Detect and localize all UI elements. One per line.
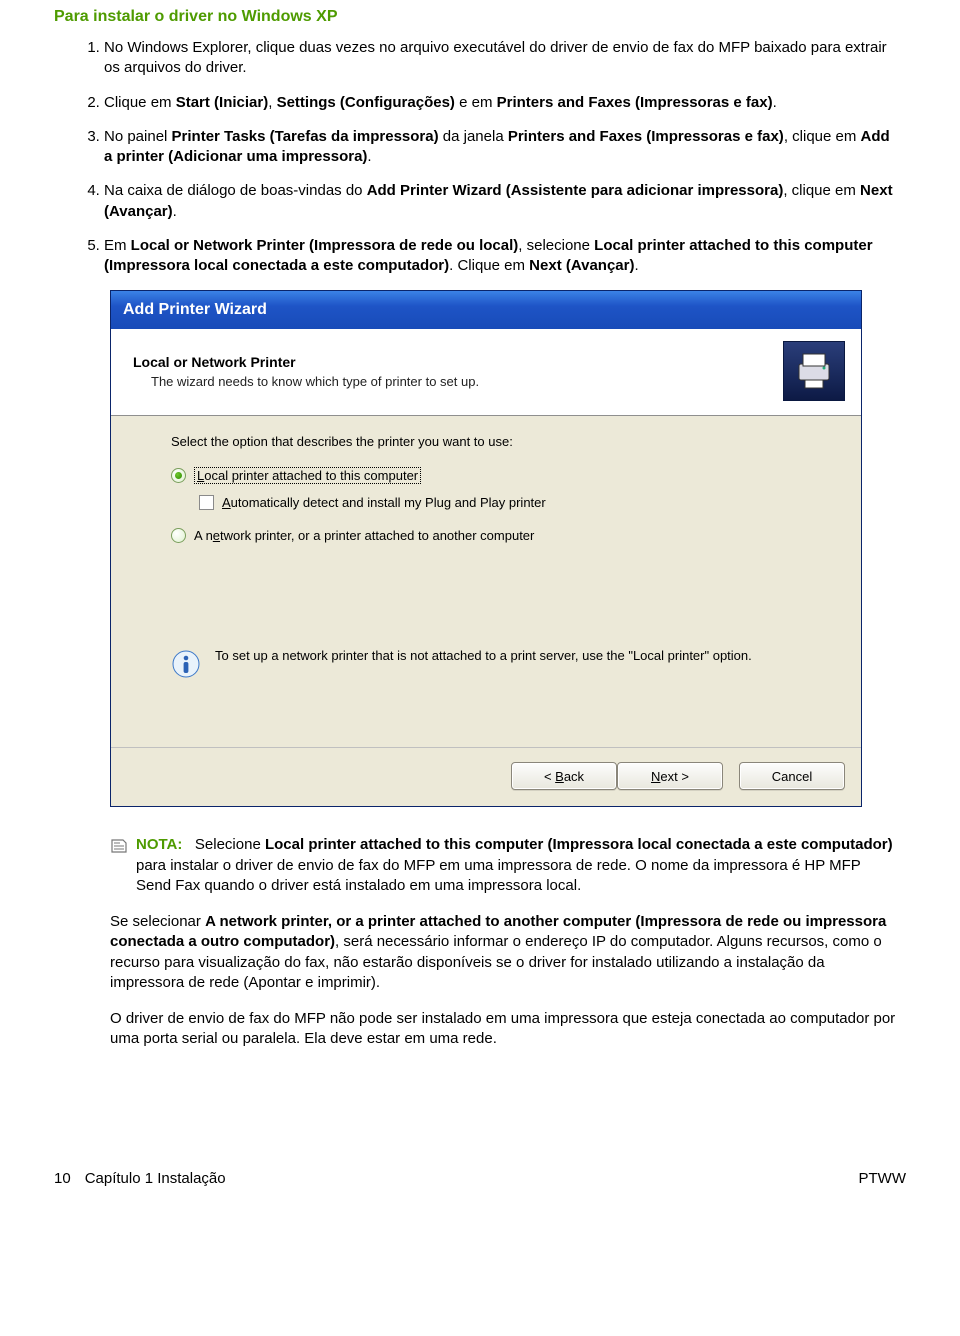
- t: Selecione: [195, 836, 265, 853]
- t: Se selecionar: [110, 913, 205, 930]
- t: da janela: [439, 128, 508, 145]
- note-label: NOTA:: [136, 836, 182, 853]
- u: B: [555, 769, 564, 784]
- t: Start (Iniciar): [176, 94, 269, 111]
- wizard-header-title: Local or Network Printer: [133, 354, 783, 370]
- t: Printers and Faxes (Impressoras e fax): [508, 128, 784, 145]
- t: e em: [455, 94, 497, 111]
- radio-icon: [171, 528, 186, 543]
- page-number: 10: [54, 1170, 71, 1187]
- t: Add Printer Wizard (Assistente para adic…: [367, 182, 784, 199]
- t: ocal printer attached to this computer: [204, 468, 418, 483]
- wizard-title: Add Printer Wizard: [123, 301, 267, 319]
- radio-network-label: A network printer, or a printer attached…: [194, 528, 534, 543]
- t: Na caixa de diálogo de boas-vindas do: [104, 182, 367, 199]
- step-list: No Windows Explorer, clique duas vezes n…: [54, 38, 906, 276]
- checkbox-icon: [199, 495, 214, 510]
- cancel-button[interactable]: Cancel: [739, 762, 845, 790]
- next-button[interactable]: Next >: [617, 762, 723, 790]
- u: N: [651, 769, 660, 784]
- checkbox-auto-detect[interactable]: Automatically detect and install my Plug…: [199, 491, 813, 513]
- add-printer-wizard-window: Add Printer Wizard Local or Network Prin…: [110, 290, 862, 807]
- note-icon: [110, 837, 128, 860]
- wizard-header: Local or Network Printer The wizard need…: [111, 329, 861, 416]
- t: Settings (Configurações): [277, 94, 455, 111]
- wizard-titlebar[interactable]: Add Printer Wizard: [111, 291, 861, 329]
- t: Cancel: [772, 769, 812, 784]
- t: ext >: [660, 769, 689, 784]
- radio-local-printer[interactable]: Local printer attached to this computer: [171, 463, 813, 487]
- note-p2: Se selecionar A network printer, or a pr…: [110, 912, 896, 993]
- t: <: [544, 769, 552, 784]
- wizard-prompt: Select the option that describes the pri…: [171, 434, 813, 449]
- section-heading: Para instalar o driver no Windows XP: [54, 8, 906, 26]
- t: , selecione: [518, 237, 594, 254]
- t: .: [635, 257, 639, 274]
- info-icon: [171, 649, 201, 679]
- step-3: No painel Printer Tasks (Tarefas da impr…: [104, 127, 906, 168]
- t: ack: [564, 769, 584, 784]
- t: . Clique em: [449, 257, 529, 274]
- t: Local printer attached to this computer …: [265, 836, 893, 853]
- chapter-label: Capítulo 1 Instalação: [85, 1170, 226, 1187]
- step-5: Em Local or Network Printer (Impressora …: [104, 236, 906, 277]
- t: .: [367, 148, 371, 165]
- t: Local or Network Printer (Impressora de …: [131, 237, 519, 254]
- wizard-header-subtitle: The wizard needs to know which type of p…: [133, 374, 783, 389]
- note-p3: O driver de envio de fax do MFP não pode…: [110, 1009, 896, 1050]
- u: A: [222, 495, 231, 510]
- t: , clique em: [783, 182, 860, 199]
- wizard-info-text: To set up a network printer that is not …: [215, 647, 752, 665]
- t: ,: [268, 94, 276, 111]
- radio-local-label: Local printer attached to this computer: [194, 467, 421, 484]
- lang-code: PTWW: [859, 1170, 906, 1187]
- printer-icon: [783, 341, 845, 401]
- note-p1: NOTA: Selecione Local printer attached t…: [136, 835, 896, 896]
- step-2: Clique em Start (Iniciar), Settings (Con…: [104, 93, 906, 113]
- step-4: Na caixa de diálogo de boas-vindas do Ad…: [104, 181, 906, 222]
- t: twork printer, or a printer attached to …: [220, 528, 534, 543]
- wizard-body: Select the option that describes the pri…: [111, 416, 861, 747]
- t: No painel: [104, 128, 172, 145]
- wizard-info-row: To set up a network printer that is not …: [171, 647, 813, 679]
- radio-icon: [171, 468, 186, 483]
- u: e: [213, 528, 220, 543]
- t: .: [773, 94, 777, 111]
- t: Next (Avançar): [529, 257, 634, 274]
- back-button[interactable]: < Back: [511, 762, 617, 790]
- t: , clique em: [784, 128, 861, 145]
- t: Clique em: [104, 94, 176, 111]
- t: Printer Tasks (Tarefas da impressora): [172, 128, 439, 145]
- step-1: No Windows Explorer, clique duas vezes n…: [104, 38, 906, 79]
- t: Em: [104, 237, 131, 254]
- t: para instalar o driver de envio de fax d…: [136, 857, 861, 894]
- page-footer: 10 Capítulo 1 Instalação PTWW: [0, 1170, 960, 1207]
- t: A n: [194, 528, 213, 543]
- t: utomatically detect and install my Plug …: [231, 495, 546, 510]
- note-block: NOTA: Selecione Local printer attached t…: [110, 835, 906, 1049]
- t: .: [173, 203, 177, 220]
- wizard-footer: < Back Next > Cancel: [111, 747, 861, 806]
- t: Printers and Faxes (Impressoras e fax): [497, 94, 773, 111]
- checkbox-label: Automatically detect and install my Plug…: [222, 495, 546, 510]
- radio-network-printer[interactable]: A network printer, or a printer attached…: [171, 523, 813, 547]
- step-1-text: No Windows Explorer, clique duas vezes n…: [104, 39, 887, 76]
